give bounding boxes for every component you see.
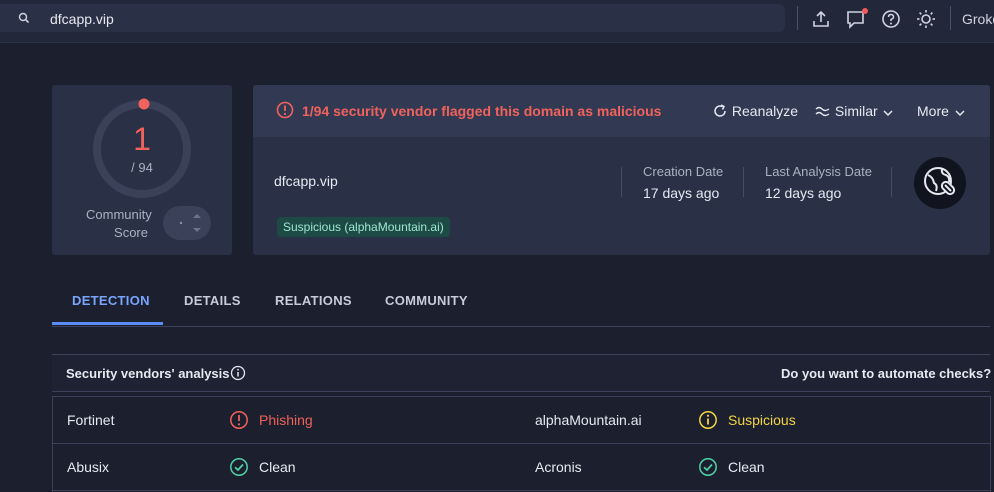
similar-button[interactable]: Similar (815, 103, 894, 119)
tab-community[interactable]: COMMUNITY (385, 293, 468, 308)
upload-icon[interactable] (810, 8, 832, 30)
downvote-icon (193, 228, 201, 232)
more-label: More (917, 103, 949, 119)
vendor-name: Fortinet (67, 412, 115, 428)
table-row: Fortinet Phishing alphaMountain.ai Suspi… (53, 397, 990, 444)
divider (621, 167, 622, 197)
vendor-name: alphaMountain.ai (535, 412, 642, 428)
globe-link-icon (914, 157, 966, 209)
alert-text: 1/94 security vendor flagged this domain… (302, 103, 662, 119)
similar-icon (815, 106, 830, 117)
community-label-line2: Score (114, 225, 148, 240)
vendor-name: Acronis (535, 459, 582, 475)
table-row: Abusix Clean Acronis Clean (53, 444, 990, 491)
warning-circle-icon (698, 410, 718, 435)
alert-bar: 1/94 security vendor flagged this domain… (253, 85, 990, 137)
more-button[interactable]: More (917, 103, 967, 119)
tab-detection[interactable]: DETECTION (72, 293, 150, 308)
vendors-table: Fortinet Phishing alphaMountain.ai Suspi… (52, 396, 991, 492)
creation-date-label: Creation Date (643, 164, 724, 179)
reanalyze-label: Reanalyze (731, 103, 799, 119)
search-input[interactable] (48, 8, 752, 30)
chevron-down-icon (955, 110, 965, 117)
vendor-result: Clean (728, 459, 765, 475)
info-icon[interactable] (230, 365, 246, 386)
active-tab-indicator (52, 322, 163, 325)
refresh-icon (714, 104, 726, 117)
domain-summary-card: 1/94 security vendor flagged this domain… (253, 85, 990, 255)
check-circle-icon (698, 457, 718, 482)
theme-sun-icon[interactable] (915, 8, 937, 30)
vendor-result: Suspicious (728, 412, 796, 428)
vendor-result: Phishing (259, 412, 313, 428)
domain-name: dfcapp.vip (274, 173, 338, 189)
upvote-icon (193, 214, 201, 218)
divider (950, 6, 951, 30)
reanalyze-button[interactable]: Reanalyze (712, 103, 798, 119)
vendors-title: Security vendors' analysis (66, 366, 230, 381)
divider (743, 167, 744, 197)
chevron-down-icon (883, 110, 893, 117)
vendor-result: Clean (259, 459, 296, 475)
tab-bar: DETECTION DETAILS RELATIONS COMMUNITY (52, 280, 990, 327)
notification-dot (862, 8, 868, 14)
creation-date-value: 17 days ago (643, 185, 720, 201)
tab-relations[interactable]: RELATIONS (275, 293, 352, 308)
help-icon[interactable] (880, 8, 902, 30)
similar-label: Similar (834, 103, 878, 119)
search-bar[interactable] (0, 4, 785, 32)
community-vote-widget[interactable] (163, 206, 211, 240)
check-circle-icon (229, 457, 249, 482)
last-analysis-value: 12 days ago (765, 185, 842, 201)
last-analysis-label: Last Analysis Date (765, 164, 872, 179)
vendors-header: Security vendors' analysis Do you want t… (52, 354, 991, 392)
alert-circle-icon (276, 101, 294, 124)
top-bar: Grokd (0, 0, 994, 43)
detection-count: 1 (133, 121, 151, 157)
vendor-name: Abusix (67, 459, 110, 475)
search-icon (18, 11, 30, 29)
automate-checks-link[interactable]: Do you want to automate checks? (781, 366, 991, 381)
suspicious-tag[interactable]: Suspicious (alphaMountain.ai) (277, 217, 450, 237)
alert-circle-icon (229, 410, 249, 435)
divider (891, 167, 892, 197)
community-label-line1: Community (86, 207, 152, 222)
detection-score-card: 1 / 94 Community Score (52, 85, 232, 255)
divider (797, 6, 798, 30)
tab-details[interactable]: DETAILS (184, 293, 241, 308)
detection-total: / 94 (131, 160, 153, 175)
user-menu[interactable]: Grokd (962, 11, 994, 27)
